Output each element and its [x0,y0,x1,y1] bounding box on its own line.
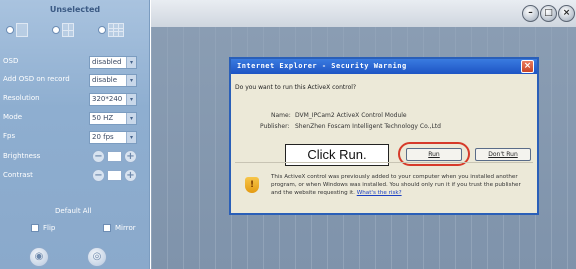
chevron-down-icon[interactable]: ▾ [126,132,136,143]
dialog-separator [235,162,533,163]
dialog-close-button[interactable]: × [521,60,534,73]
brightness-increase-button[interactable]: + [124,150,137,163]
flip-label: Flip [43,224,56,232]
layout-quad-radio[interactable] [52,26,60,34]
dialog-question: Do you want to run this ActiveX control? [235,84,357,91]
fps-select[interactable]: 20 fps ▾ [89,131,137,144]
add-osd-select[interactable]: disable ▾ [89,74,137,87]
contrast-row: Contrast − + [3,169,147,184]
osd-select[interactable]: disabled ▾ [89,56,137,69]
fps-row: Fps 20 fps ▾ [3,131,147,145]
snapshot-button[interactable]: ◉ [29,247,49,267]
mirror-label: Mirror [115,224,136,232]
contrast-decrease-button[interactable]: − [92,169,105,182]
osd-label: OSD [3,57,19,65]
fps-value: 20 fps [92,133,114,141]
chevron-down-icon[interactable]: ▾ [126,57,136,68]
nine-view-icon [108,23,124,37]
contrast-label: Contrast [3,171,33,179]
mirror-checkbox[interactable] [103,224,111,232]
camera-settings-panel: Unselected OSD disabled ▾ Add OSD on rec… [0,0,150,269]
warning-shield-icon: ! [245,177,259,193]
osd-row: OSD disabled ▾ [3,56,147,70]
fps-label: Fps [3,132,16,140]
chevron-down-icon[interactable]: ▾ [126,94,136,105]
security-warning-dialog: Internet Explorer - Security Warning × D… [229,57,539,215]
layout-single-option[interactable] [6,23,28,37]
dont-run-button[interactable]: Don't Run [475,148,531,161]
whats-the-risk-link[interactable]: What's the risk? [357,190,402,196]
quad-view-icon [62,23,74,37]
contrast-increase-button[interactable]: + [124,169,137,182]
add-osd-label: Add OSD on record [3,75,70,83]
add-osd-value: disable [92,76,118,84]
camera-icon: ◉ [34,251,44,262]
brightness-decrease-button[interactable]: − [92,150,105,163]
single-view-icon [16,23,28,37]
resolution-select[interactable]: 320*240 ▾ [89,93,137,106]
close-button[interactable]: × [558,5,575,22]
record-button[interactable]: ◎ [87,247,107,267]
layout-selector [4,19,144,43]
name-value: DVM_IPCam2 ActiveX Control Module [295,112,407,119]
brightness-row: Brightness − + [3,150,147,165]
mode-select[interactable]: 50 HZ ▾ [89,112,137,125]
resolution-value: 320*240 [92,95,123,103]
layout-nine-radio[interactable] [98,26,106,34]
mode-label: Mode [3,113,23,121]
layout-quad-option[interactable] [52,23,74,37]
contrast-stepper: − + [92,169,137,182]
chevron-down-icon[interactable]: ▾ [126,113,136,124]
chevron-down-icon[interactable]: ▾ [126,75,136,86]
flip-option[interactable]: Flip [31,224,55,232]
layout-nine-option[interactable] [98,23,124,37]
unselected-header: Unselected [49,5,101,14]
brightness-value-box [107,151,122,162]
contrast-value-box [107,170,122,181]
mode-value: 50 HZ [92,114,114,122]
resolution-label: Resolution [3,94,40,102]
record-icon: ◎ [92,251,102,262]
publisher-label: Publisher: [260,123,290,130]
default-all-button[interactable]: Default All [55,207,91,215]
dialog-title: Internet Explorer - Security Warning [231,59,537,74]
mirror-option[interactable]: Mirror [103,224,136,232]
osd-value: disabled [92,58,122,66]
publisher-value: ShenZhen Foscam Intelligent Technology C… [295,123,441,130]
add-osd-row: Add OSD on record disable ▾ [3,74,147,88]
resolution-row: Resolution 320*240 ▾ [3,93,147,107]
run-button[interactable]: Run [406,148,462,161]
flip-checkbox[interactable] [31,224,39,232]
brightness-stepper: − + [92,150,137,163]
minimize-button[interactable]: – [522,5,539,22]
name-label: Name: [271,112,291,119]
maximize-button[interactable]: □ [540,5,557,22]
layout-single-radio[interactable] [6,26,14,34]
brightness-label: Brightness [3,152,41,160]
mode-row: Mode 50 HZ ▾ [3,112,147,126]
viewer-toolbar: – □ × [151,0,576,27]
warning-text: This ActiveX control was previously adde… [271,173,533,197]
